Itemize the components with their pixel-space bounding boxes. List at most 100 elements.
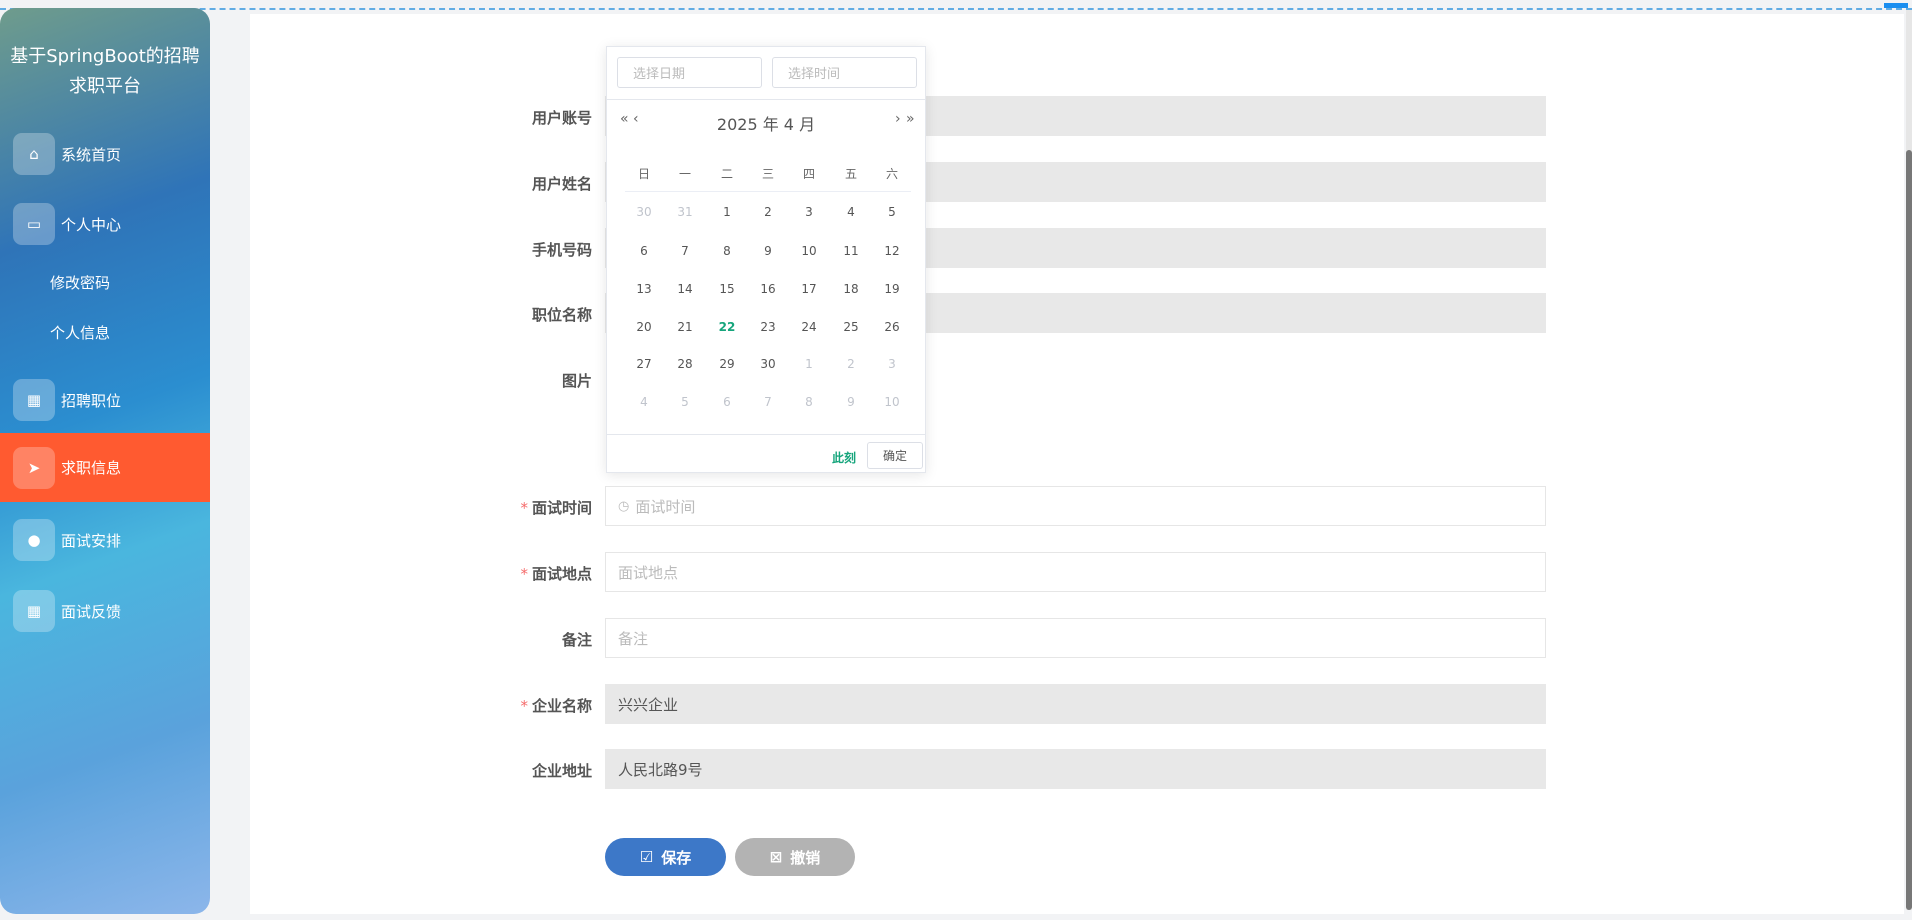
- sidebar-item-jobs[interactable]: ▦ 招聘职位: [0, 372, 210, 428]
- sidebar-subitem-change-password[interactable]: 修改密码: [50, 272, 110, 293]
- calendar-day[interactable]: 23: [748, 320, 788, 334]
- calendar-day[interactable]: 20: [624, 320, 664, 334]
- calendar-day[interactable]: 5: [665, 395, 705, 409]
- calendar-day[interactable]: 10: [872, 395, 912, 409]
- title-line2: 求职平台: [69, 76, 141, 97]
- weekday-divider: [625, 191, 911, 192]
- picker-footer-divider: [607, 434, 925, 435]
- label-interview-time: * 面试时间: [520, 497, 592, 518]
- calendar-day[interactable]: 21: [665, 320, 705, 334]
- now-button[interactable]: 此刻: [832, 449, 856, 466]
- next-year-button[interactable]: »: [906, 111, 915, 127]
- label-user-account: 用户账号: [531, 109, 592, 127]
- top-indicator: [1884, 3, 1908, 8]
- calendar-day[interactable]: 3: [789, 205, 829, 219]
- sidebar-item-interview-feedback[interactable]: ▦ 面试反馈: [0, 583, 210, 639]
- calendar-day[interactable]: 26: [872, 320, 912, 334]
- sidebar-item-home[interactable]: ⌂ 系统首页: [0, 126, 210, 182]
- calendar-day[interactable]: 1: [789, 357, 829, 371]
- calendar-day[interactable]: 7: [748, 395, 788, 409]
- confirm-button[interactable]: 确定: [867, 442, 923, 469]
- calendar-day[interactable]: 6: [707, 395, 747, 409]
- calendar-day[interactable]: 4: [624, 395, 664, 409]
- divider: [607, 99, 925, 100]
- calendar-day[interactable]: 28: [665, 357, 705, 371]
- interview-time-input[interactable]: ◷ 面试时间: [605, 486, 1546, 526]
- sidebar: 基于SpringBoot的招聘 求职平台 ⌂ 系统首页 ▭ 个人中心 修改密码 个人信…: [0, 8, 210, 914]
- calendar-day[interactable]: 17: [789, 282, 829, 296]
- label-company-address: 企业地址: [531, 762, 592, 780]
- calendar-day[interactable]: 16: [748, 282, 788, 296]
- required-mark: *: [520, 499, 528, 517]
- weekday-label: 六: [885, 167, 898, 181]
- save-button[interactable]: ☑ 保存: [605, 838, 726, 876]
- menu-label: 招聘职位: [61, 391, 122, 410]
- calendar-day[interactable]: 9: [831, 395, 871, 409]
- card-icon: ▭: [13, 203, 55, 245]
- calendar-day[interactable]: 27: [624, 357, 664, 371]
- scrollbar[interactable]: [1906, 10, 1912, 910]
- calendar-day[interactable]: 3: [872, 357, 912, 371]
- calendar-day[interactable]: 29: [707, 357, 747, 371]
- calendar-day[interactable]: 19: [872, 282, 912, 296]
- calendar-day[interactable]: 6: [624, 244, 664, 258]
- required-mark: *: [520, 697, 528, 715]
- calendar-day[interactable]: 15: [707, 282, 747, 296]
- calendar-day[interactable]: 2: [748, 205, 788, 219]
- edit-icon: ☑: [639, 848, 654, 866]
- calendar-day[interactable]: 8: [707, 244, 747, 258]
- calendar-day[interactable]: 14: [665, 282, 705, 296]
- interview-location-input[interactable]: 面试地点: [605, 552, 1546, 592]
- weekday-label: 日: [637, 167, 650, 181]
- sidebar-subitem-personal-info[interactable]: 个人信息: [50, 322, 110, 343]
- label-text: 面试地点: [531, 565, 592, 583]
- calendar-day[interactable]: 9: [748, 244, 788, 258]
- menu-label: 求职信息: [61, 459, 122, 477]
- calendar-day[interactable]: 13: [624, 282, 664, 296]
- placeholder: 面试时间: [635, 497, 696, 516]
- datetime-picker: 选择日期 选择时间 « ‹ 2025 年 4 月 › » 日一二三四五六 30 3…: [606, 46, 926, 473]
- weekday-label: 一: [678, 167, 691, 181]
- scrollbar-thumb[interactable]: [1906, 150, 1912, 910]
- sidebar-item-interview-schedule[interactable]: ● 面试安排: [0, 512, 210, 568]
- calendar-day[interactable]: 18: [831, 282, 871, 296]
- menu-label: 个人中心: [61, 215, 122, 234]
- calendar-day[interactable]: 8: [789, 395, 829, 409]
- calendar-day[interactable]: 11: [831, 244, 871, 258]
- calendar-day[interactable]: 30: [624, 205, 664, 219]
- calendar-day[interactable]: 5: [872, 205, 912, 219]
- sidebar-item-personal-center[interactable]: ▭ 个人中心: [0, 196, 210, 252]
- label-text: 面试时间: [531, 499, 592, 517]
- next-month-button[interactable]: ›: [895, 111, 901, 127]
- sidebar-item-job-seeking[interactable]: ➤ 求职信息: [0, 433, 210, 502]
- label-position: 职位名称: [531, 306, 592, 324]
- date-input[interactable]: 选择日期: [617, 57, 762, 88]
- calendar-day[interactable]: 24: [789, 320, 829, 334]
- weekday-label: 三: [761, 167, 774, 181]
- cancel-button[interactable]: ⊠ 撤销: [735, 838, 855, 876]
- cancel-icon: ⊠: [769, 848, 783, 866]
- weekday-label: 四: [802, 167, 815, 181]
- calendar-day[interactable]: 7: [665, 244, 705, 258]
- calendar-day[interactable]: 12: [872, 244, 912, 258]
- calendar-day[interactable]: 30: [748, 357, 788, 371]
- calendar-day[interactable]: 31: [665, 205, 705, 219]
- company-name-input[interactable]: 兴兴企业: [605, 684, 1546, 724]
- calendar-day[interactable]: 22: [707, 320, 747, 334]
- weekday-label: 五: [844, 167, 857, 181]
- remark-input[interactable]: 备注: [605, 618, 1546, 658]
- title-line1: 基于SpringBoot的招聘: [10, 46, 200, 67]
- company-address-input[interactable]: 人民北路9号: [605, 749, 1546, 789]
- calendar-day[interactable]: 2: [831, 357, 871, 371]
- label-user-name: 用户姓名: [531, 175, 592, 193]
- required-mark: *: [520, 565, 528, 583]
- time-input[interactable]: 选择时间: [772, 57, 917, 88]
- menu-label: 面试反馈: [61, 602, 122, 621]
- menu-label: 面试安排: [61, 531, 122, 550]
- calendar-day[interactable]: 1: [707, 205, 747, 219]
- calendar-day[interactable]: 10: [789, 244, 829, 258]
- calendar-day[interactable]: 4: [831, 205, 871, 219]
- top-dashed-line: [0, 8, 1912, 10]
- label-image: 图片: [561, 372, 592, 390]
- calendar-day[interactable]: 25: [831, 320, 871, 334]
